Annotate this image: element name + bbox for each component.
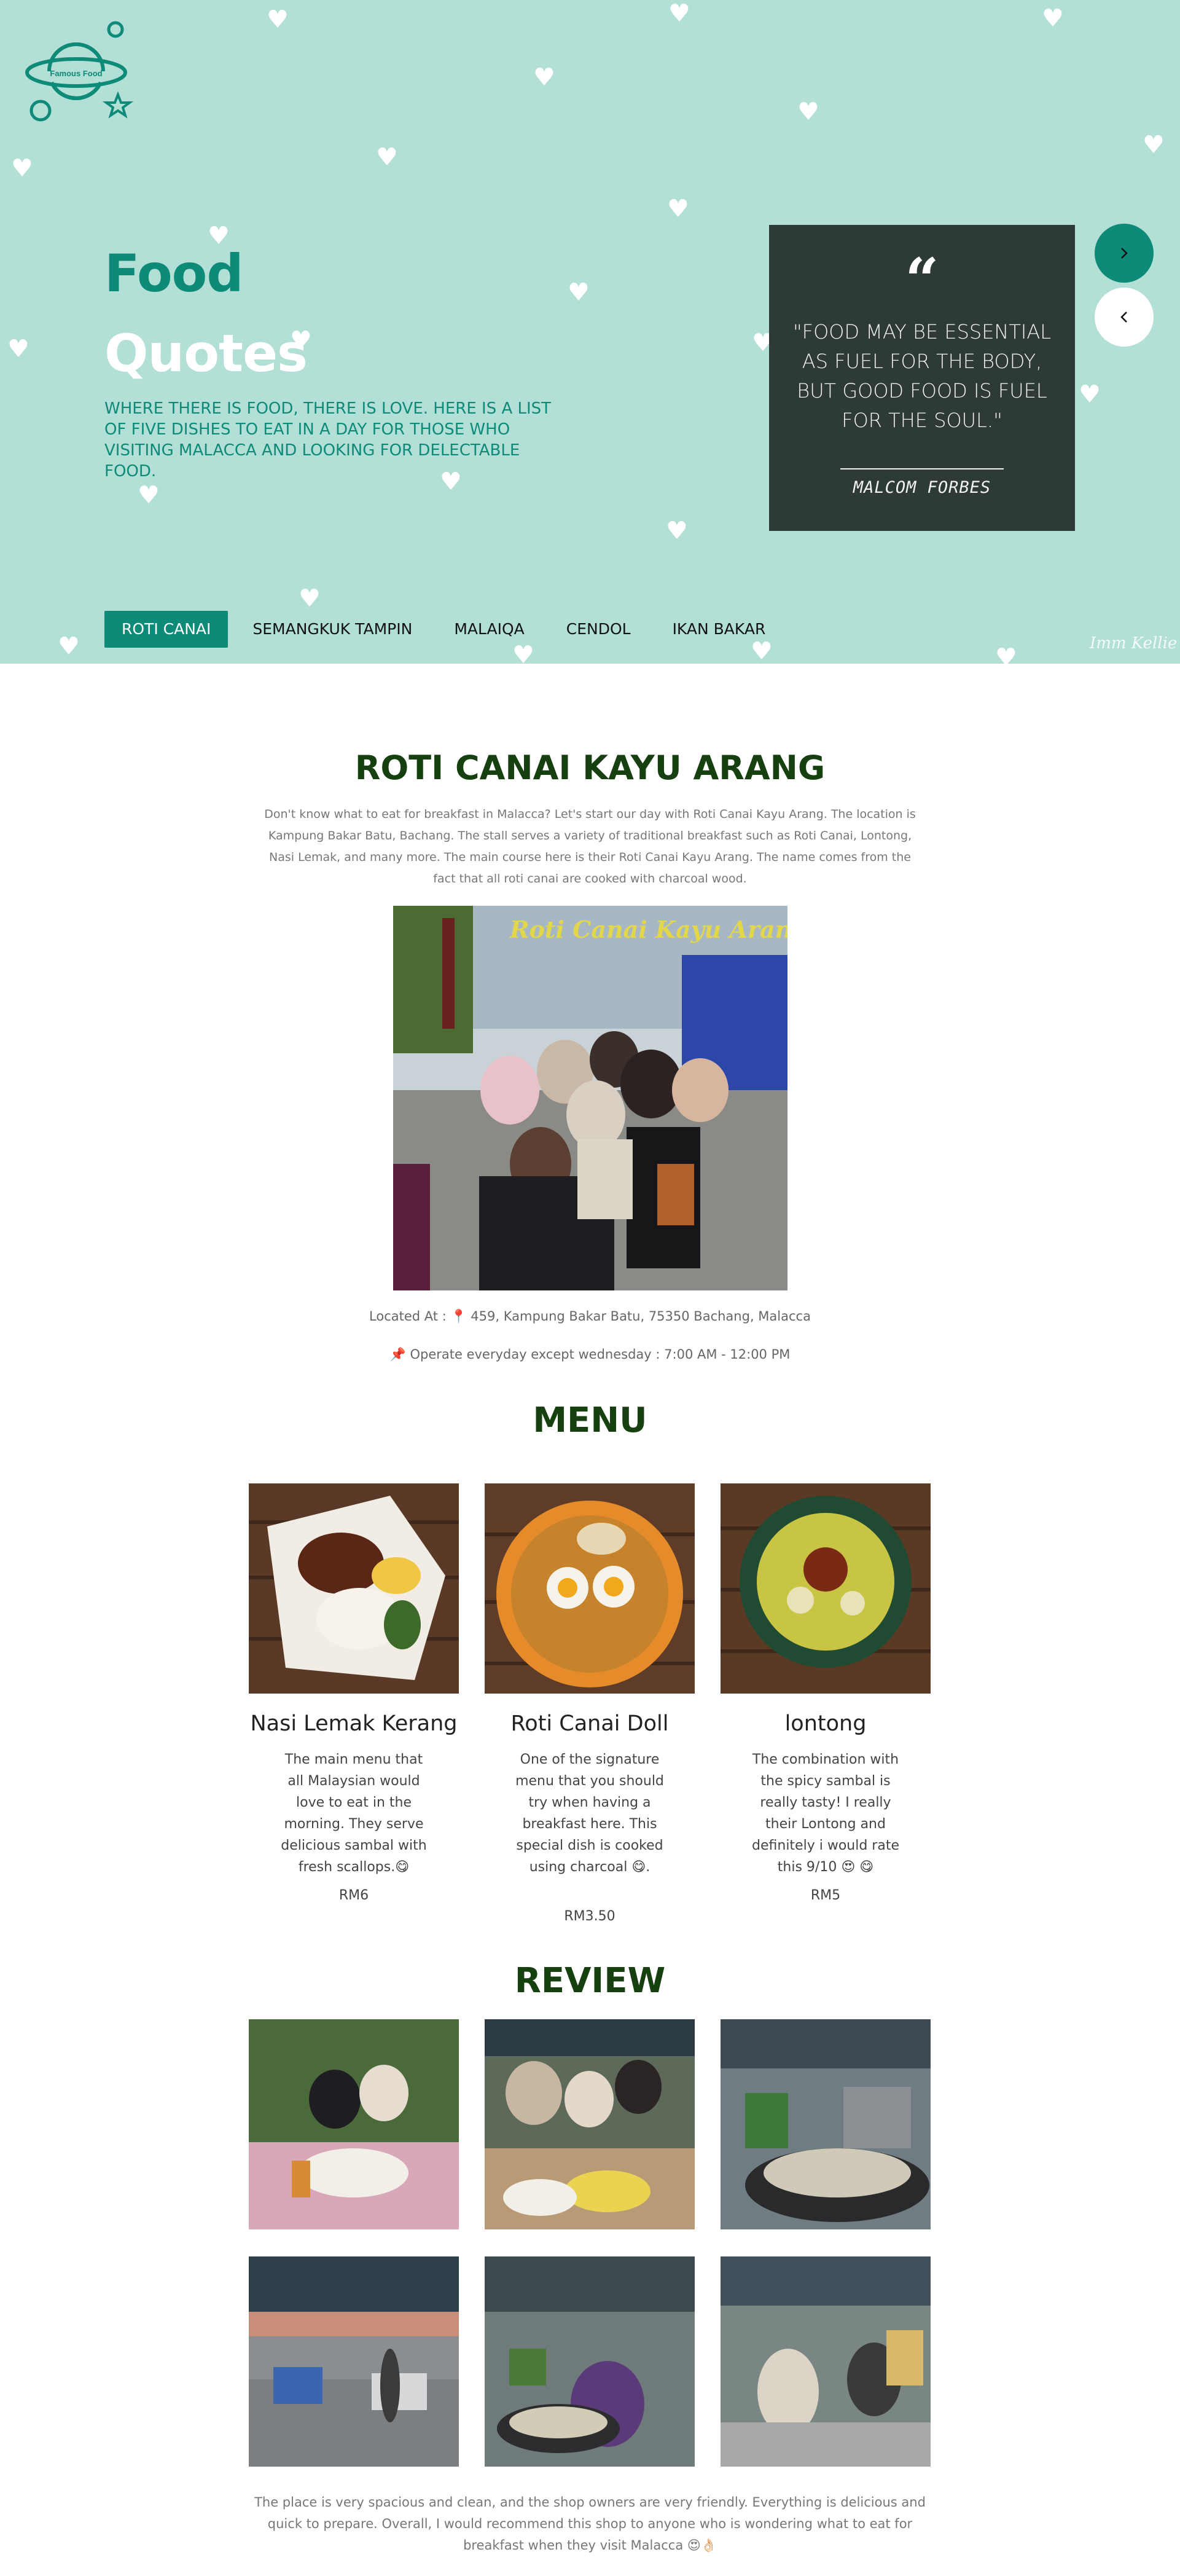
review-photo (721, 2019, 931, 2229)
heart-icon: ♥ (995, 643, 1017, 664)
heart-icon: ♥ (299, 584, 321, 613)
chevron-right-icon (1121, 248, 1128, 259)
heart-icon: ♥ (58, 632, 80, 661)
tab-malaiqa[interactable]: MALAIQA (437, 611, 541, 648)
hero-subtitle: Where there is food, there is love. Here… (104, 399, 552, 481)
menu-item-price: RM5 (810, 1888, 841, 1903)
tab-cendol[interactable]: CENDOL (549, 611, 648, 648)
site-logo[interactable]: Famous Food (25, 18, 135, 123)
svg-text:Roti Canai Kayu Arang Bachang: Roti Canai Kayu Arang Bachang (509, 916, 787, 943)
menu-card-roti-canai-doll: Roti Canai Doll One of the signature men… (485, 1708, 695, 1930)
review-text: The place is very spacious and clean, an… (254, 2495, 926, 2553)
review-photo (249, 2019, 459, 2229)
quote-card: “ "Food may be essential as fuel for the… (769, 225, 1075, 531)
heart-icon: ♥ (376, 143, 398, 171)
heart-icon: ♥ (1042, 4, 1064, 33)
hours-info: 📌 Operate everyday except wednesday : 7:… (0, 1347, 1180, 1362)
heart-icon: ♥ (667, 195, 689, 223)
menu-item-desc: One of the signature menu that you shoul… (515, 1752, 664, 1875)
pin-icon: 📍 (450, 1309, 467, 1324)
prev-slide-button[interactable] (1095, 288, 1154, 347)
food-tabs: ROTI CANAI SEMANGKUK TAMPIN MALAIQA CEND… (104, 611, 790, 648)
place-intro: Don't know what to eat for breakfast in … (264, 807, 916, 886)
next-slide-button[interactable] (1095, 224, 1154, 283)
review-photo (485, 2019, 695, 2229)
quote-divider (840, 468, 1004, 469)
hero-banner: ♥ ♥ ♥ ♥ ♥ ♥ ♥ ♥ ♥ ♥ ♥ ♥ ♥ ♥ ♥ ♥ ♥ ♥ ♥ ♥ … (0, 0, 1180, 664)
menu-item-name: Roti Canai Doll (510, 1711, 669, 1736)
planet-icon: Famous Food (25, 21, 134, 122)
review-photo (249, 2256, 459, 2467)
opening-hours: Operate everyday except wednesday : 7:00… (410, 1347, 791, 1362)
tab-ikan-bakar[interactable]: IKAN BAKAR (655, 611, 783, 648)
menu-card-nasi-lemak: Nasi Lemak Kerang The main menu that all… (249, 1708, 459, 1911)
hero-title: Food Quotes (104, 234, 308, 393)
menu-photo-lontong (721, 1483, 931, 1694)
heart-icon: ♥ (7, 335, 29, 363)
menu-item-name: Nasi Lemak Kerang (250, 1711, 458, 1736)
heart-icon: ♥ (138, 481, 160, 509)
tab-roti-canai[interactable]: ROTI CANAI (104, 611, 229, 648)
pushpin-icon: 📌 (389, 1347, 406, 1362)
heart-icon: ♥ (666, 517, 688, 545)
group-photo: Roti Canai Kayu Arang Bachang (393, 906, 787, 1290)
heart-icon: ♥ (1079, 380, 1101, 409)
heart-icon: ♥ (267, 6, 289, 34)
location-label: Located At : (369, 1309, 447, 1324)
quote-text: "Food may be essential as fuel for the b… (792, 320, 1052, 432)
review-title: REVIEW (514, 1961, 666, 2001)
heart-icon: ♥ (11, 154, 33, 183)
heart-icon: ♥ (568, 278, 590, 307)
location-address: 459, Kampung Bakar Batu, 75350 Bachang, … (471, 1309, 811, 1324)
hero-title-line1: Food (104, 243, 244, 304)
menu-item-price: RM3.50 (564, 1909, 615, 1924)
heart-icon: ♥ (1143, 131, 1165, 159)
signature: Imm Kellie (1090, 634, 1178, 653)
heart-icon: ♥ (533, 63, 555, 92)
tab-semangkuk-tampin[interactable]: SEMANGKUK TAMPIN (235, 611, 429, 648)
menu-item-desc: The main menu that all Malaysian would l… (281, 1752, 427, 1875)
heart-icon: ♥ (668, 0, 690, 28)
quote-author: MALCOM FORBES (853, 478, 991, 497)
location-info: Located At : 📍 459, Kampung Bakar Batu, … (0, 1309, 1180, 1324)
svg-text:Famous Food: Famous Food (50, 69, 102, 78)
quote-mark-icon: “ (905, 245, 939, 315)
menu-photo-nasi-lemak (249, 1483, 459, 1694)
heart-icon: ♥ (797, 98, 819, 126)
place-title: ROTI CANAI KAYU ARANG (354, 748, 826, 787)
menu-item-price: RM6 (338, 1888, 369, 1903)
menu-item-name: lontong (784, 1711, 867, 1736)
hero-title-line2: Quotes (104, 323, 308, 383)
chevron-left-icon (1120, 312, 1127, 323)
menu-card-lontong: lontong The combination with the spicy s… (721, 1708, 931, 1911)
review-photo (721, 2256, 931, 2467)
menu-item-desc: The combination with the spicy sambal is… (752, 1752, 899, 1875)
menu-photo-roti-canai-doll (485, 1483, 695, 1694)
review-photo (485, 2256, 695, 2467)
menu-title: MENU (533, 1400, 647, 1440)
